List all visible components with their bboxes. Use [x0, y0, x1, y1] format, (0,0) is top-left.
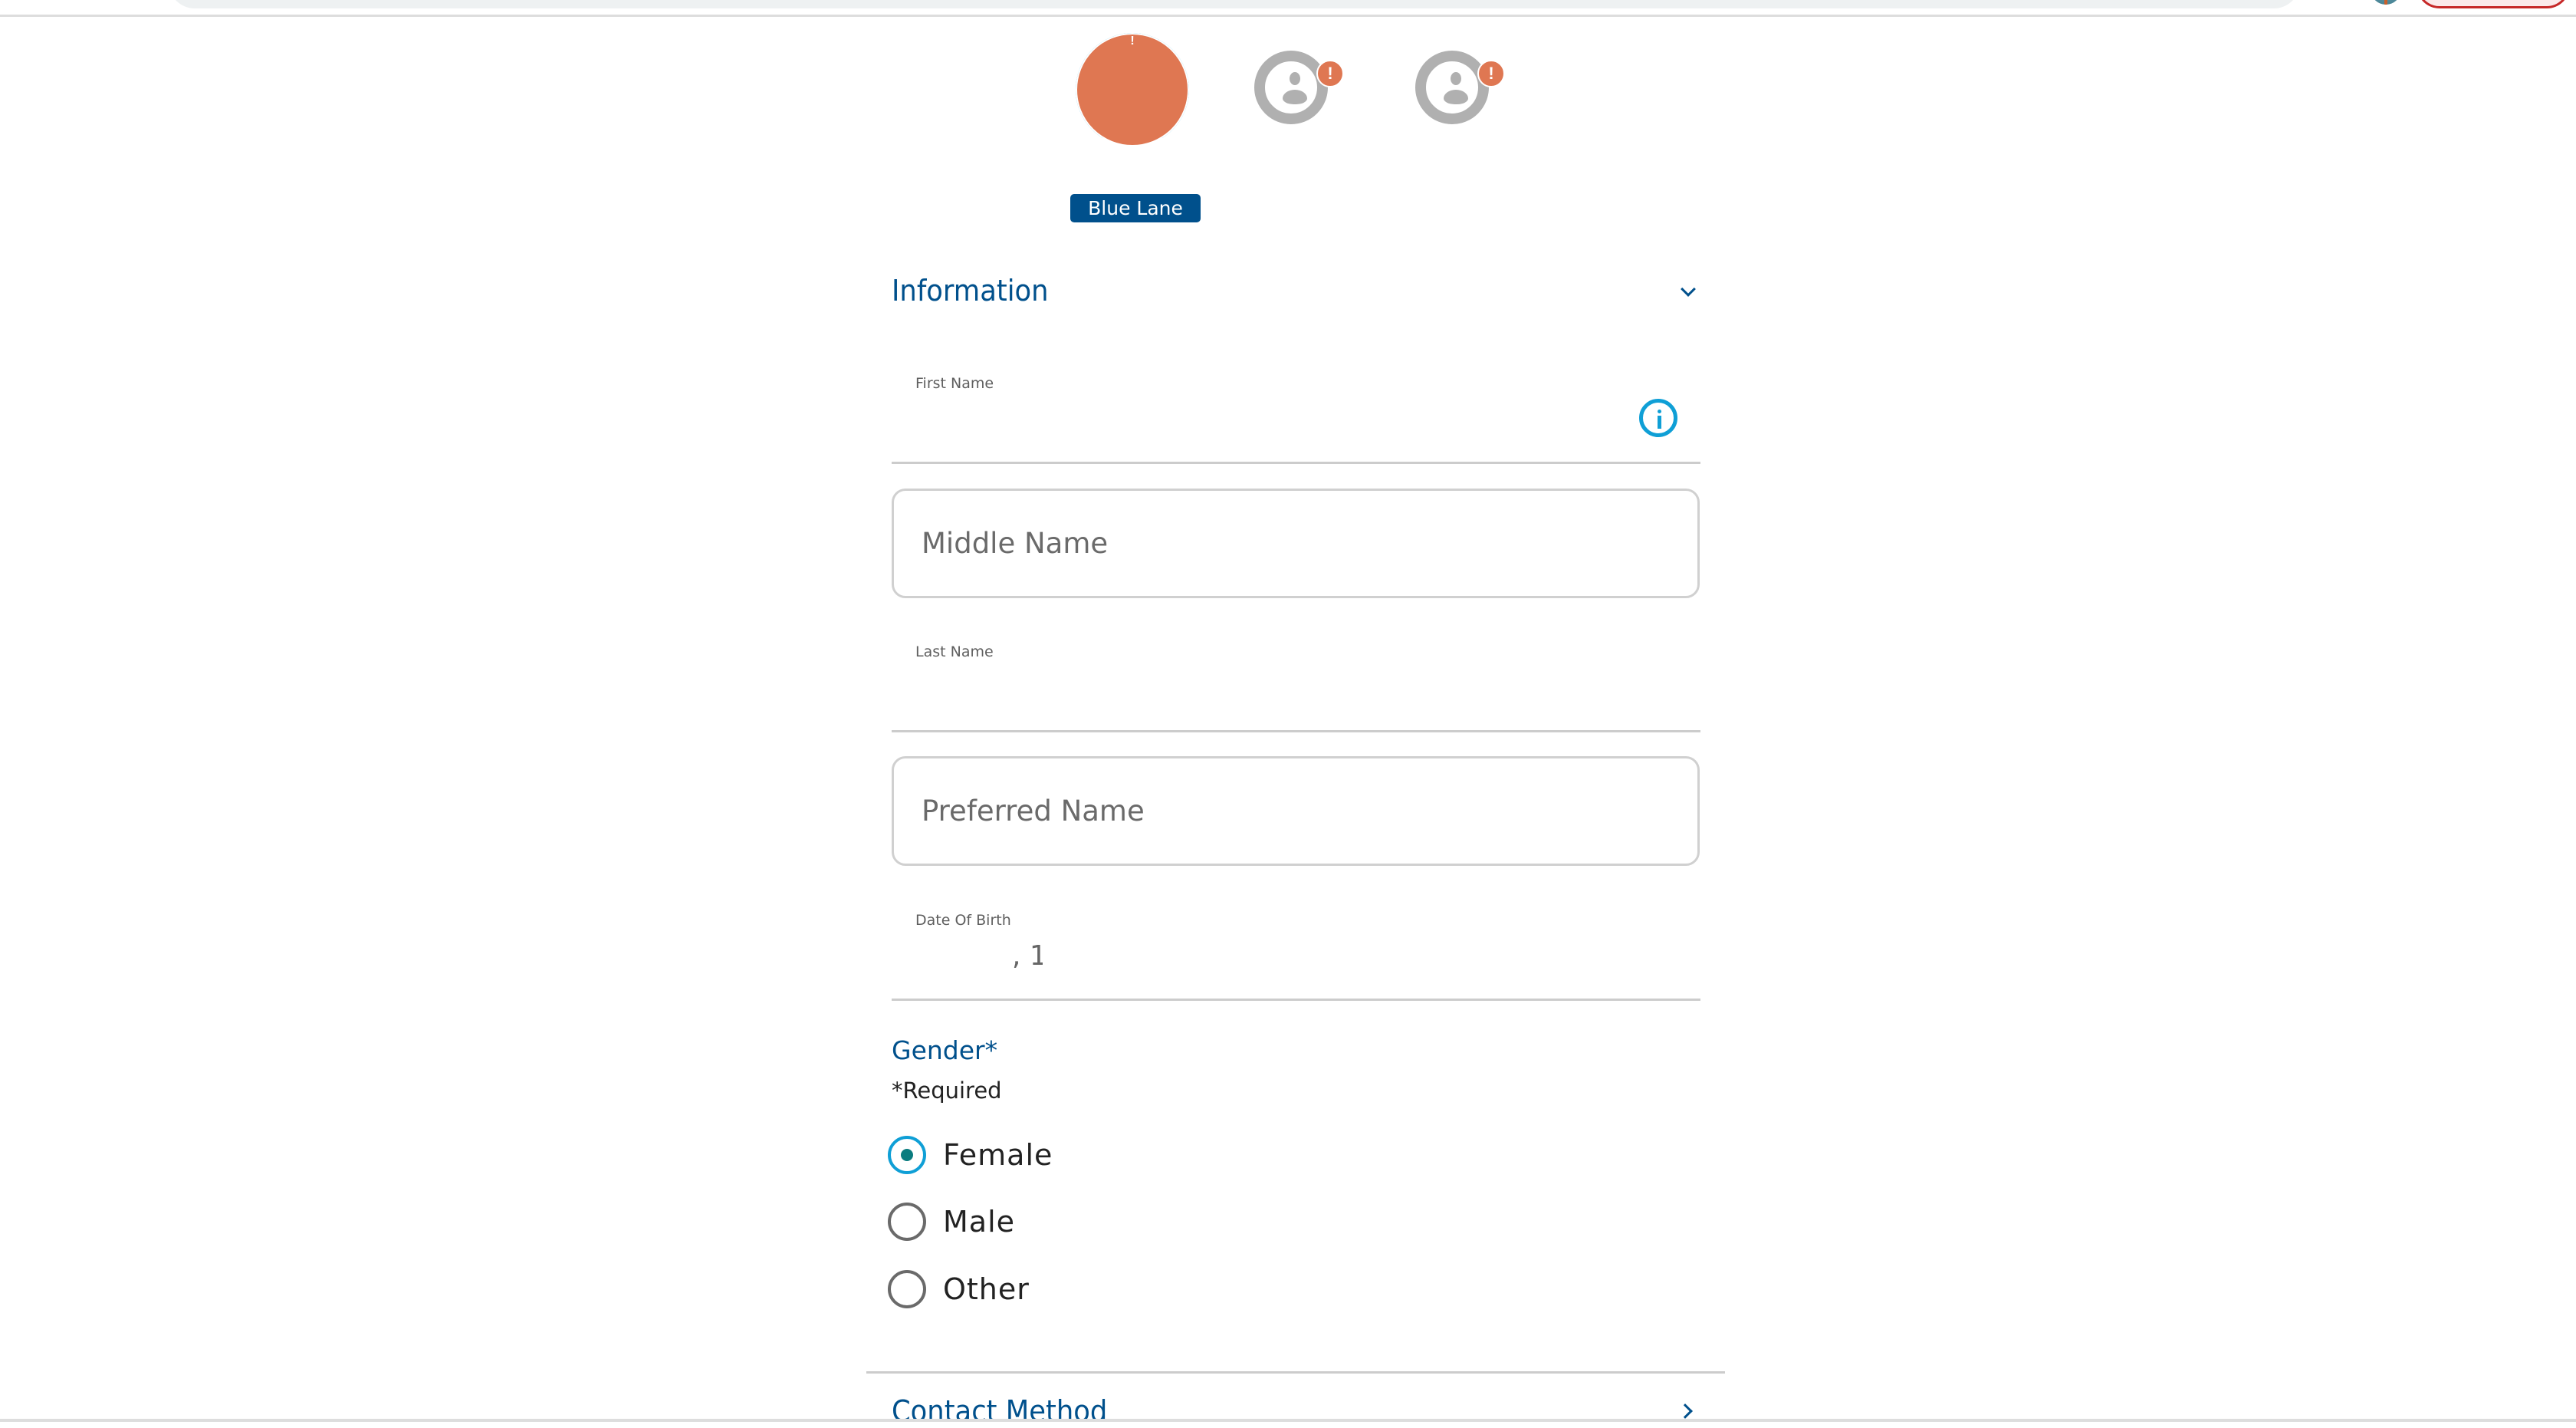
person-head: [1290, 72, 1300, 85]
traveler-avatar-2[interactable]: [1254, 51, 1328, 124]
gender-title: Gender*: [892, 1035, 998, 1065]
preferred-name-field[interactable]: [892, 756, 1700, 866]
date-of-birth-underline: [892, 999, 1700, 1001]
first-name-input[interactable]: [915, 400, 1605, 439]
gender-option-male[interactable]: Male: [888, 1202, 1015, 1242]
gender-option-other[interactable]: Other: [888, 1269, 1030, 1309]
chevron-down-icon[interactable]: [1681, 281, 1696, 297]
gender-option-female[interactable]: Female: [888, 1135, 1053, 1175]
info-circle-icon[interactable]: [1639, 399, 1677, 437]
lane-badge: Blue Lane: [1070, 194, 1201, 222]
chevron-right-icon[interactable]: [1677, 1403, 1693, 1419]
header-search-bar[interactable]: [169, 0, 2300, 8]
section-divider: [866, 1371, 1725, 1374]
middle-name-field[interactable]: [892, 489, 1700, 598]
traveler-avatar-3[interactable]: [1415, 51, 1489, 124]
person-head: [1451, 72, 1461, 85]
person-body: [1444, 90, 1468, 104]
first-name-underline: [892, 462, 1700, 464]
last-name-underline: [892, 730, 1700, 732]
person-icon: [1415, 51, 1489, 124]
date-of-birth-label: Date Of Birth: [915, 912, 1011, 929]
bottom-divider: [0, 1419, 2576, 1422]
header-divider: [0, 15, 2576, 17]
header-signout-button[interactable]: [2417, 0, 2570, 8]
radio-button[interactable]: [888, 1270, 926, 1308]
first-name-label: First Name: [915, 375, 994, 392]
radio-button-checked[interactable]: [888, 1136, 926, 1174]
required-note: *Required: [892, 1078, 1002, 1104]
preferred-name-input[interactable]: [922, 758, 1650, 864]
date-of-birth-redaction: [1043, 937, 1073, 976]
last-name-input[interactable]: [915, 669, 1605, 707]
radio-label: Male: [943, 1205, 1016, 1239]
user-avatar-icon[interactable]: [2371, 0, 2400, 5]
person-body: [1283, 90, 1307, 104]
radio-label: Female: [943, 1138, 1053, 1172]
section-title-contact-method: Contact Method: [892, 1394, 1108, 1428]
person-icon: [1254, 51, 1328, 124]
exclamation-icon: !: [1477, 60, 1505, 87]
middle-name-input[interactable]: [922, 491, 1650, 596]
radio-label: Other: [943, 1272, 1030, 1306]
exclamation-icon: !: [1076, 33, 1189, 146]
last-name-label: Last Name: [915, 643, 994, 660]
section-title-information: Information: [892, 274, 1049, 308]
exclamation-icon: !: [1316, 60, 1344, 87]
radio-button[interactable]: [888, 1203, 926, 1241]
